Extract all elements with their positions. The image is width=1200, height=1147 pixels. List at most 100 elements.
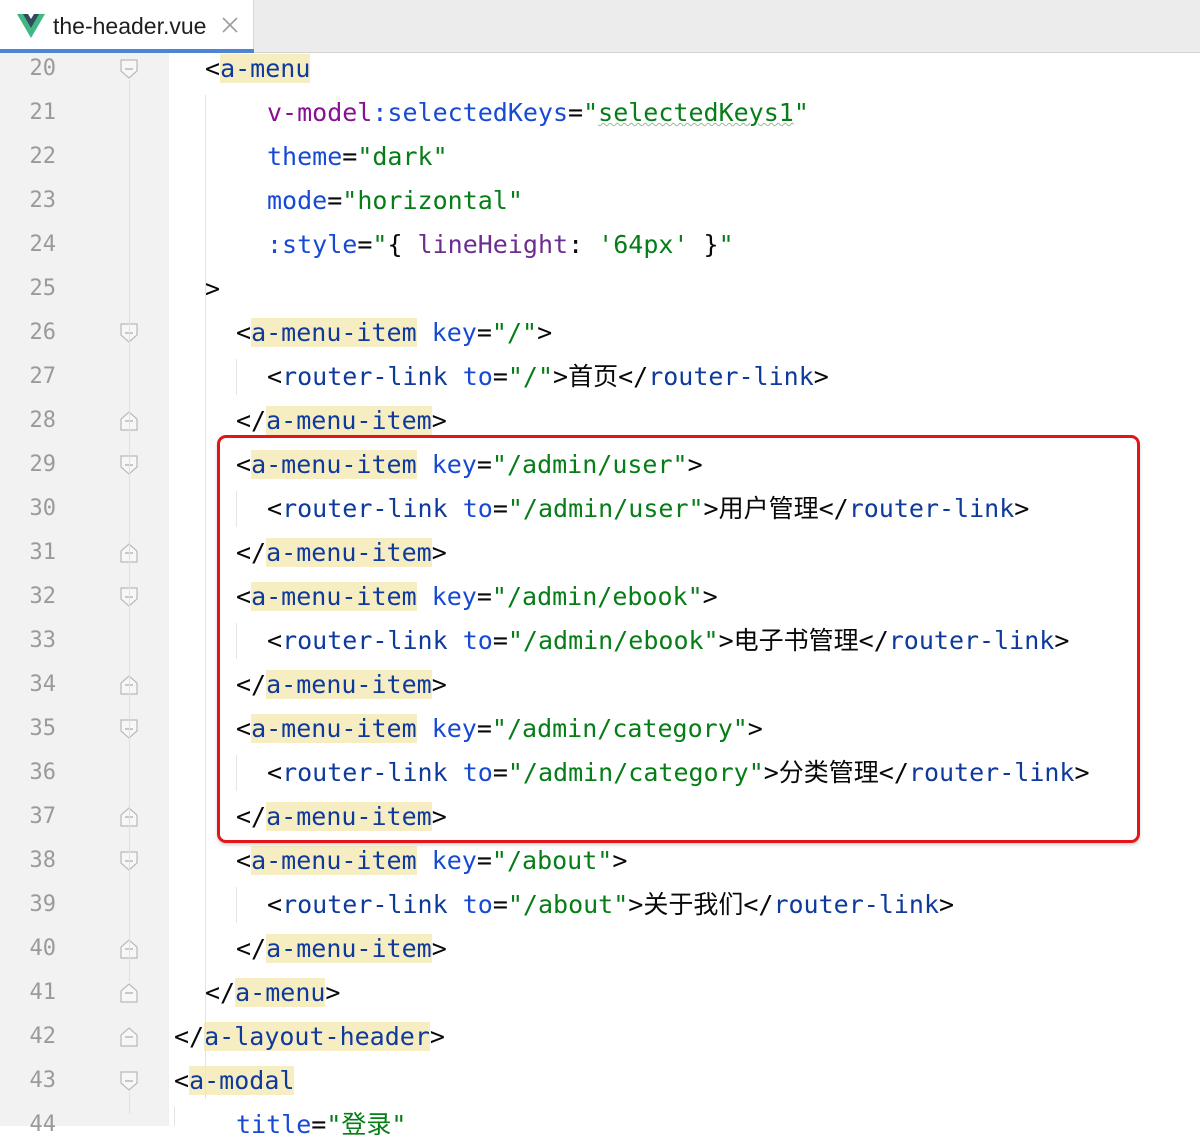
fold-collapse-icon[interactable]	[119, 1070, 139, 1092]
line-number: 21	[29, 100, 57, 125]
file-tab[interactable]: the-header.vue	[0, 0, 254, 53]
line-number: 30	[29, 496, 57, 521]
code-line[interactable]: v-model:selectedKeys="selectedKeys1"	[267, 91, 809, 135]
code-token: </	[236, 934, 267, 963]
annotation-highlight-box	[217, 435, 1140, 843]
code-line[interactable]: >	[205, 267, 220, 311]
code-token: to	[462, 890, 493, 919]
fold-connector	[129, 476, 130, 542]
code-token: >关于我们</	[628, 890, 774, 919]
fold-connector	[129, 1092, 130, 1114]
code-token: </	[174, 1022, 205, 1051]
code-token: "/about"	[491, 846, 613, 875]
indent-guide	[236, 623, 237, 659]
code-line[interactable]: </a-menu-item>	[236, 927, 447, 971]
line-number: 26	[29, 320, 57, 345]
line-number: 44	[29, 1112, 57, 1137]
code-token: <	[267, 362, 283, 391]
code-token: =	[357, 230, 373, 259]
line-number: 43	[29, 1068, 57, 1093]
code-token: :	[568, 230, 599, 259]
code-line[interactable]: <router-link to="/about">关于我们</router-li…	[267, 883, 954, 927]
code-token: <	[174, 1066, 190, 1095]
code-line[interactable]: :style="{ lineHeight: '64px' }"	[267, 223, 734, 267]
code-token: <	[205, 54, 221, 83]
code-token: >	[431, 406, 447, 435]
line-number: 20	[29, 56, 57, 81]
code-line[interactable]: <a-menu-item key="/">	[236, 311, 552, 355]
code-line[interactable]: <router-link to="/">首页</router-link>	[267, 355, 829, 399]
code-token: "horizontal"	[342, 186, 523, 215]
code-line[interactable]: <a-modal	[174, 1059, 295, 1103]
code-token: title	[236, 1110, 312, 1139]
code-token: >	[612, 846, 628, 875]
code-token: <	[267, 890, 283, 919]
code-token: router-link	[648, 362, 814, 391]
fold-collapse-icon[interactable]	[119, 58, 139, 80]
fold-connector	[129, 872, 130, 938]
code-line[interactable]: <a-menu	[205, 47, 311, 91]
code-token: =	[476, 846, 492, 875]
code-token: a-menu-item	[266, 934, 432, 963]
line-number: 33	[29, 628, 57, 653]
line-number: 35	[29, 716, 57, 741]
code-token: router-link	[282, 362, 448, 391]
code-token: "	[583, 98, 599, 127]
code-token: >	[813, 362, 829, 391]
code-token: =	[327, 186, 343, 215]
editor-tab-bar: the-header.vue	[0, 0, 1200, 53]
indent-guide	[205, 95, 206, 1099]
code-token: :selectedKeys	[372, 98, 569, 127]
code-token: {	[387, 230, 418, 259]
code-token: "/"	[491, 318, 538, 347]
code-token: "登录"	[326, 1110, 407, 1139]
indent-guide	[236, 359, 237, 395]
close-icon[interactable]	[219, 14, 241, 36]
code-line[interactable]: <a-menu-item key="/about">	[236, 839, 627, 883]
code-token: =	[492, 362, 508, 391]
line-number: 25	[29, 276, 57, 301]
line-number: 23	[29, 188, 57, 213]
line-number: 34	[29, 672, 57, 697]
code-line[interactable]: title="登录"	[236, 1103, 406, 1147]
line-number: 38	[29, 848, 57, 873]
code-token: <	[236, 846, 252, 875]
code-token: lineHeight	[417, 230, 569, 259]
fold-end-icon[interactable]	[119, 1026, 139, 1048]
code-token: "	[372, 230, 388, 259]
indent-guide	[236, 887, 237, 923]
code-token: to	[462, 362, 493, 391]
code-token: >首页</	[553, 362, 649, 391]
code-token: </	[236, 406, 267, 435]
code-line[interactable]: </a-menu>	[205, 971, 340, 1015]
line-number: 41	[29, 980, 57, 1005]
gutter-separator	[168, 53, 169, 1126]
code-line[interactable]: mode="horizontal"	[267, 179, 523, 223]
indent-guide	[236, 491, 237, 527]
code-token: >	[537, 318, 553, 347]
code-token: "/about"	[507, 890, 629, 919]
code-line[interactable]: </a-layout-header>	[174, 1015, 445, 1059]
code-token: >	[325, 978, 341, 1007]
code-token: key	[431, 318, 477, 347]
code-token: <	[236, 318, 252, 347]
code-token: a-menu	[235, 978, 326, 1007]
line-number: 39	[29, 892, 57, 917]
fold-end-icon[interactable]	[119, 982, 139, 1004]
code-token: }	[688, 230, 719, 259]
code-token: "	[793, 98, 809, 127]
code-line[interactable]: theme="dark"	[267, 135, 448, 179]
code-token: a-menu	[220, 54, 311, 83]
code-token: =	[568, 98, 584, 127]
code-token: selectedKeys1	[598, 98, 794, 127]
code-token: a-menu-item	[251, 318, 417, 347]
code-token: key	[431, 846, 477, 875]
code-token: >	[431, 934, 447, 963]
code-token: </	[205, 978, 236, 1007]
line-number: 24	[29, 232, 57, 257]
code-token: >	[429, 1022, 445, 1051]
code-token: =	[476, 318, 492, 347]
tab-title: the-header.vue	[53, 13, 207, 39]
code-token: =	[311, 1110, 327, 1139]
line-number: 28	[29, 408, 57, 433]
